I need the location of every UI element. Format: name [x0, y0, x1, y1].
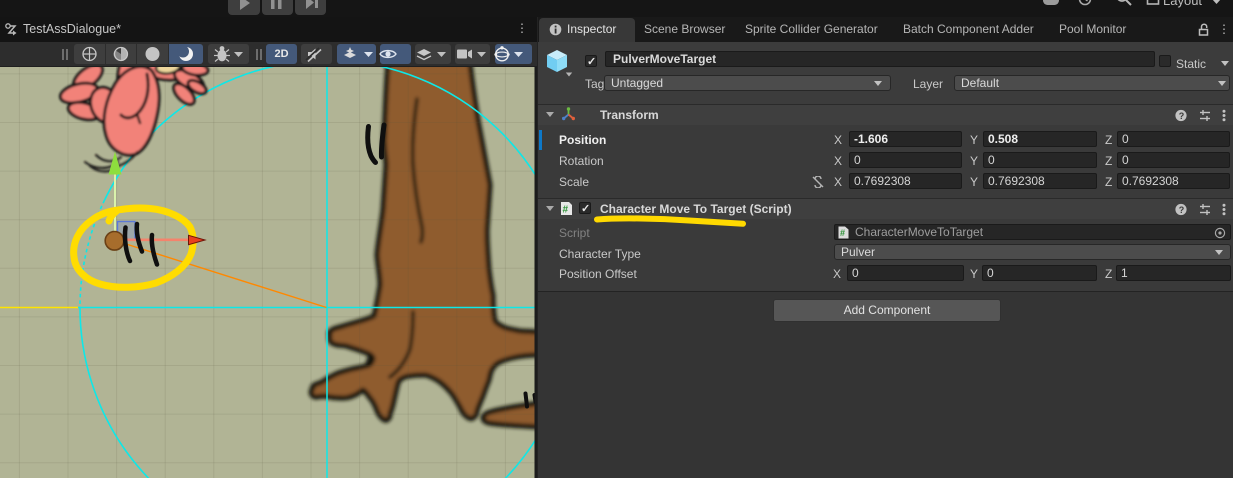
svg-text:Layout: Layout — [1163, 0, 1202, 8]
svg-text:?: ? — [1179, 111, 1185, 121]
svg-text:#: # — [563, 205, 569, 216]
svg-text:?: ? — [1179, 205, 1185, 215]
svg-text:#: # — [840, 228, 845, 238]
